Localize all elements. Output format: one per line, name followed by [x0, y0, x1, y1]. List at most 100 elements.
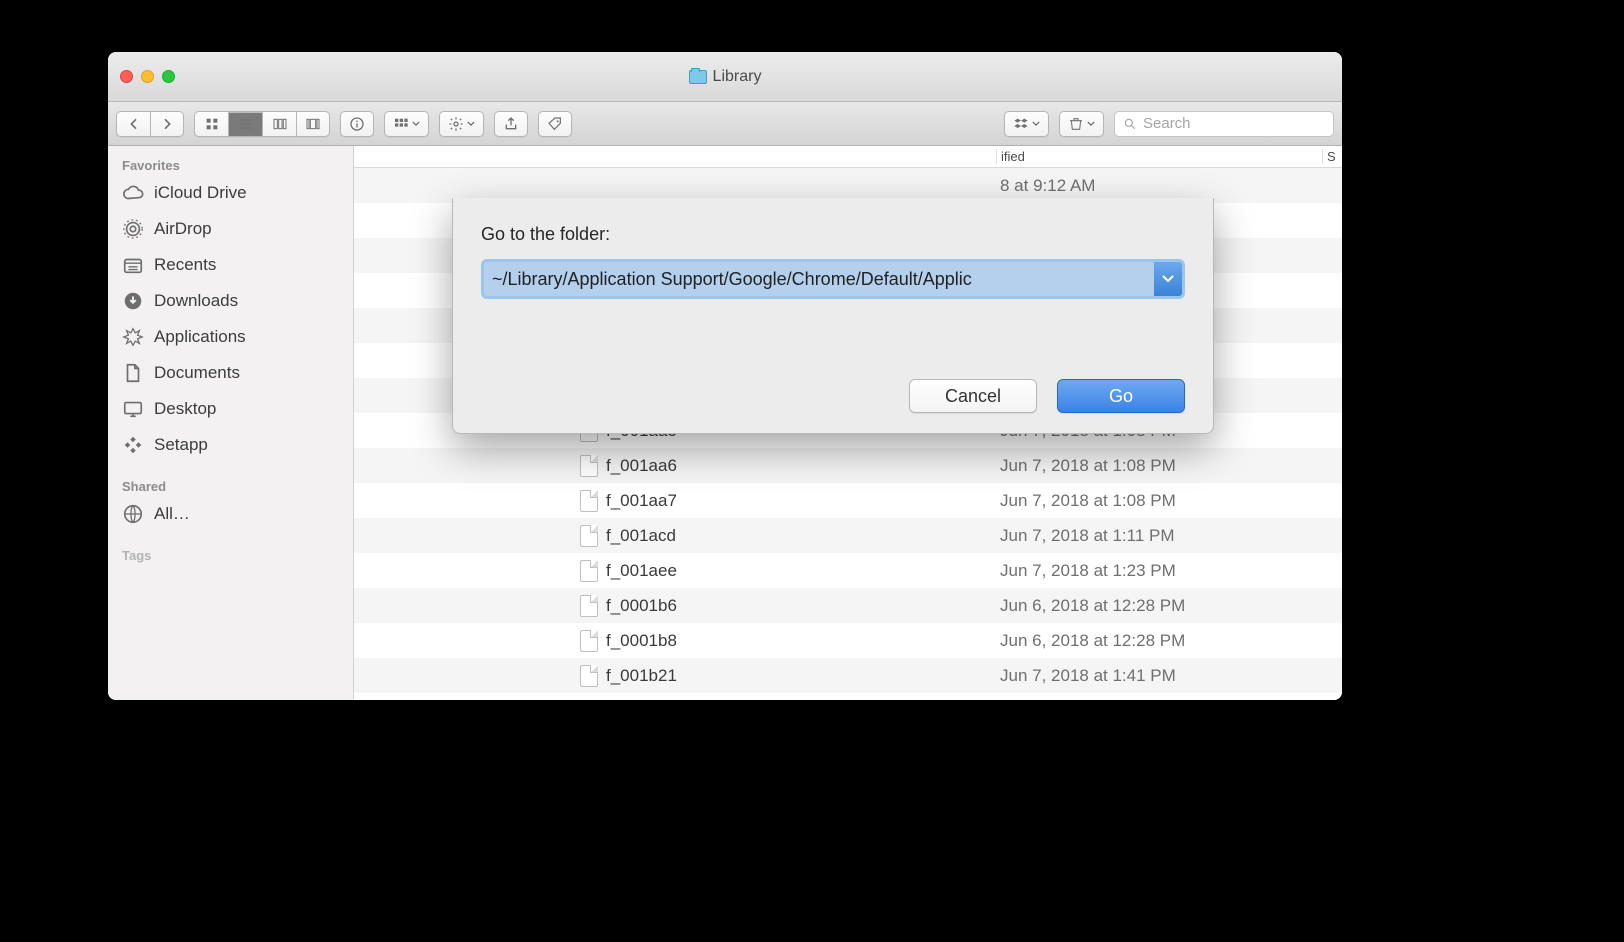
- sidebar-item-label: Setapp: [154, 435, 208, 455]
- sidebar-item-applications[interactable]: Applications: [108, 319, 353, 355]
- icon-view-button[interactable]: [194, 111, 228, 137]
- columns-icon: [272, 116, 288, 132]
- sidebar-item-label: All…: [154, 504, 190, 524]
- toolbar: Search: [108, 102, 1342, 146]
- forward-button[interactable]: [150, 111, 184, 137]
- airdrop-icon: [122, 218, 144, 240]
- column-header-size[interactable]: S: [1322, 149, 1342, 164]
- sidebar-item-recents[interactable]: Recents: [108, 247, 353, 283]
- folder-path-input[interactable]: [484, 262, 1154, 296]
- trash-button[interactable]: [1059, 111, 1104, 137]
- file-date: Jun 7, 2018 at 1:41 PM: [996, 666, 1342, 686]
- gear-icon: [448, 116, 464, 132]
- window-controls: [120, 70, 175, 83]
- search-input[interactable]: Search: [1114, 111, 1334, 137]
- sidebar: Favorites iCloud Drive AirDrop Recents D…: [108, 146, 354, 700]
- grid-icon: [204, 116, 220, 132]
- file-icon: [580, 490, 598, 512]
- window-title-wrap: Library: [108, 52, 1342, 101]
- cloud-icon: [122, 182, 144, 204]
- gallery-view-button[interactable]: [296, 111, 330, 137]
- arrange-button[interactable]: [384, 111, 429, 137]
- chevron-down-icon: [1032, 121, 1040, 126]
- share-icon: [503, 116, 519, 132]
- info-icon: [349, 116, 365, 132]
- arrange-icon: [393, 116, 409, 132]
- file-row[interactable]: f_001aa7 Jun 7, 2018 at 1:08 PM: [354, 483, 1342, 518]
- column-header-row: ified S: [354, 146, 1342, 168]
- desktop-icon: [122, 398, 144, 420]
- gallery-icon: [305, 116, 321, 132]
- file-row[interactable]: f_001aeeJun 7, 2018 at 1:23 PM: [354, 553, 1342, 588]
- titlebar: Library: [108, 52, 1342, 102]
- file-name: f_0001b6: [606, 596, 677, 616]
- close-window-button[interactable]: [120, 70, 133, 83]
- chevron-left-icon: [126, 116, 142, 132]
- tags-button[interactable]: [538, 111, 572, 137]
- file-row[interactable]: f_0001b8Jun 6, 2018 at 12:28 PM: [354, 623, 1342, 658]
- sidebar-item-label: Recents: [154, 255, 216, 275]
- share-button[interactable]: [494, 111, 528, 137]
- globe-icon: [122, 503, 144, 525]
- sidebar-item-icloud[interactable]: iCloud Drive: [108, 175, 353, 211]
- sidebar-item-label: Applications: [154, 327, 246, 347]
- file-icon: [580, 455, 598, 477]
- folder-icon: [689, 70, 707, 84]
- file-date: Jun 7, 2018 at 1:08 PM: [996, 456, 1342, 476]
- go-button-label: Go: [1109, 386, 1133, 407]
- file-name: f_001aee: [606, 561, 677, 581]
- sidebar-item-label: Desktop: [154, 399, 216, 419]
- shared-heading: Shared: [108, 473, 353, 496]
- file-date: Jun 7, 2018 at 1:11 PM: [996, 526, 1342, 546]
- window-title: Library: [713, 68, 762, 86]
- zoom-window-button[interactable]: [162, 70, 175, 83]
- file-name: f_001acd: [606, 526, 676, 546]
- sidebar-item-downloads[interactable]: Downloads: [108, 283, 353, 319]
- column-view-button[interactable]: [262, 111, 296, 137]
- sidebar-item-setapp[interactable]: Setapp: [108, 427, 353, 463]
- minimize-window-button[interactable]: [141, 70, 154, 83]
- apps-icon: [122, 326, 144, 348]
- file-name: f_001b21: [606, 666, 677, 686]
- tag-icon: [547, 116, 563, 132]
- file-name: f_001aa6: [606, 456, 677, 476]
- sidebar-item-documents[interactable]: Documents: [108, 355, 353, 391]
- file-name: f_001aa7: [606, 491, 677, 511]
- sidebar-item-label: Documents: [154, 363, 240, 383]
- file-date: Jun 7, 2018 at 1:08 PM: [996, 491, 1342, 511]
- sidebar-item-label: AirDrop: [154, 219, 212, 239]
- finder-window: Library: [108, 52, 1342, 700]
- folder-path-dropdown-button[interactable]: [1154, 262, 1182, 296]
- chevron-down-icon: [1087, 121, 1095, 126]
- file-row[interactable]: f_001aa6 Jun 7, 2018 at 1:08 PM: [354, 448, 1342, 483]
- go-to-folder-dialog: Go to the folder: Cancel Go: [452, 198, 1214, 434]
- column-header-date[interactable]: ified: [996, 149, 1322, 164]
- dropbox-icon: [1013, 116, 1029, 132]
- sidebar-item-all-shared[interactable]: All…: [108, 496, 353, 532]
- view-mode-group: [194, 111, 330, 137]
- list-view-button[interactable]: [228, 111, 262, 137]
- doc-icon: [122, 362, 144, 384]
- file-row[interactable]: f_001b21 Jun 7, 2018 at 1:41 PM: [354, 658, 1342, 693]
- download-icon: [122, 290, 144, 312]
- file-row[interactable]: f_0001b6Jun 6, 2018 at 12:28 PM: [354, 588, 1342, 623]
- dropbox-button[interactable]: [1004, 111, 1049, 137]
- info-button[interactable]: [340, 111, 374, 137]
- sidebar-item-desktop[interactable]: Desktop: [108, 391, 353, 427]
- file-icon: [580, 630, 598, 652]
- search-placeholder: Search: [1143, 115, 1191, 132]
- setapp-icon: [122, 434, 144, 456]
- list-icon: [238, 116, 254, 132]
- back-button[interactable]: [116, 111, 150, 137]
- sidebar-item-airdrop[interactable]: AirDrop: [108, 211, 353, 247]
- go-button[interactable]: Go: [1057, 379, 1185, 413]
- file-row[interactable]: f_001acd Jun 7, 2018 at 1:11 PM: [354, 518, 1342, 553]
- action-button[interactable]: [439, 111, 484, 137]
- cancel-button[interactable]: Cancel: [909, 379, 1037, 413]
- chevron-right-icon: [159, 116, 175, 132]
- sidebar-item-label: Downloads: [154, 291, 238, 311]
- search-icon: [1123, 117, 1137, 131]
- chevron-down-icon: [467, 121, 475, 126]
- recents-icon: [122, 254, 144, 276]
- file-icon: [580, 525, 598, 547]
